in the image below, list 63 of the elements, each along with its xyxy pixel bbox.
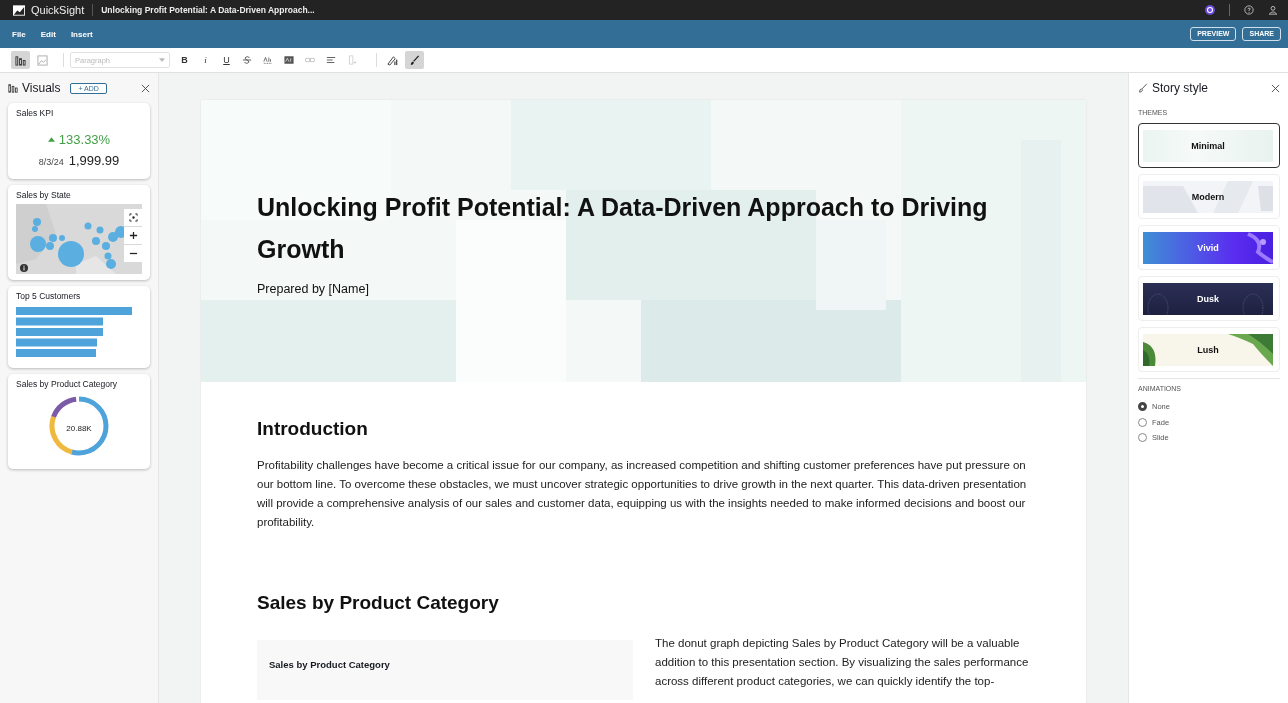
menu-item[interactable]: Edit	[40, 29, 56, 39]
theme-option[interactable]: Vivid	[1138, 225, 1280, 270]
brush-tool[interactable]	[405, 51, 424, 69]
italic-button[interactable]: i	[200, 55, 211, 65]
visual-title: Sales by Product Category	[16, 379, 119, 389]
kpi-change: 133.33%	[58, 132, 111, 147]
brush-icon	[409, 54, 420, 66]
theme-option[interactable]: Lush	[1138, 327, 1280, 372]
align-left-icon[interactable]	[326, 55, 336, 65]
visual-title: Sales KPI	[16, 108, 55, 118]
document-title: Unlocking Profit Potential: A Data-Driven Approach...	[101, 5, 315, 15]
panel-title: Visuals	[22, 81, 61, 95]
section-heading: Sales by Product Category	[257, 592, 500, 614]
app-name: QuickSight	[31, 4, 85, 16]
theme-option[interactable]: Dusk	[1138, 276, 1280, 321]
highlight-icon[interactable]	[284, 55, 294, 65]
recenter-button[interactable]	[124, 209, 142, 226]
underline-button[interactable]: U	[221, 55, 232, 65]
donut-chart-drawing	[48, 395, 110, 457]
visual-title: Sales by State	[16, 190, 72, 200]
visual-card[interactable]: Sales by State	[8, 185, 150, 280]
visual-title: Top 5 Customers	[16, 291, 82, 301]
close-icon[interactable]	[1271, 83, 1280, 93]
info-icon[interactable]	[20, 264, 28, 272]
bold-button[interactable]: B	[179, 55, 190, 65]
visual-card[interactable]: Sales by Product Category 20.88K	[8, 374, 150, 469]
zoom-in-button[interactable]	[124, 227, 142, 244]
plus-icon	[128, 231, 138, 240]
visual-title: Sales by Product Category	[269, 659, 390, 670]
image-icon	[37, 54, 48, 66]
visual-card[interactable]: Sales KPI 133.33% 8/3/24 1,999.99	[8, 103, 150, 179]
user-icon[interactable]	[1268, 5, 1278, 15]
donut-total: 20.88K	[66, 423, 92, 433]
visual-card[interactable]: Top 5 Customers	[8, 286, 150, 368]
caret-icon	[159, 58, 165, 62]
section-paragraph: The donut graph depicting Sales by Product Category will be a valuable addition to this presentation section. By visualizing the sales performance across different product categories, we can quickly identify the top-	[655, 636, 1030, 689]
story-title: Unlocking Profit Potential: A Data-Driven Approach to Driving Growth	[257, 192, 989, 265]
help-icon[interactable]	[1244, 5, 1254, 15]
bar-chart-icon	[15, 54, 26, 66]
theme-swatch-drawing	[1246, 232, 1273, 264]
story-subtitle: Prepared by [Name]	[257, 282, 370, 296]
kpi-date: 8/3/24	[38, 157, 64, 167]
up-arrow-icon	[47, 137, 55, 142]
menu-item[interactable]: File	[12, 29, 26, 39]
section-heading: Introduction	[257, 418, 369, 440]
theme-option[interactable]: Modern	[1138, 174, 1280, 219]
section-paragraph: Profitability challenges have become a critical issue for our company, as increased competition and shifting customer preferences have put pressure on our bottom line. To overcome these obstacles, we must uncover strategic opportunities to drive growth in the next quarter. This data-driven presentation will provide a comprehensive analysis of our sales and customer data, equipping us with the insights needed to make informed decisions and boost our profitability.	[257, 458, 1028, 530]
spellcheck-icon[interactable]	[263, 55, 273, 65]
pen-chart-icon	[387, 54, 398, 66]
account-badge-icon[interactable]	[1205, 5, 1215, 15]
strikethrough-icon[interactable]	[242, 55, 252, 65]
chart-icon	[8, 83, 18, 93]
embedded-visual[interactable]: Sales by Product Category	[257, 640, 633, 700]
close-icon[interactable]	[141, 83, 150, 93]
visuals-tool[interactable]	[11, 51, 30, 69]
panel-title: Story style	[1152, 81, 1208, 95]
brush-icon	[1138, 83, 1148, 93]
kpi-value: 1,999.99	[68, 153, 120, 168]
theme-option[interactable]: Minimal	[1138, 123, 1280, 168]
zoom-out-button[interactable]	[124, 245, 142, 262]
menu-item[interactable]: Insert	[70, 29, 93, 39]
recenter-icon	[128, 213, 138, 222]
logo-icon	[13, 4, 25, 16]
